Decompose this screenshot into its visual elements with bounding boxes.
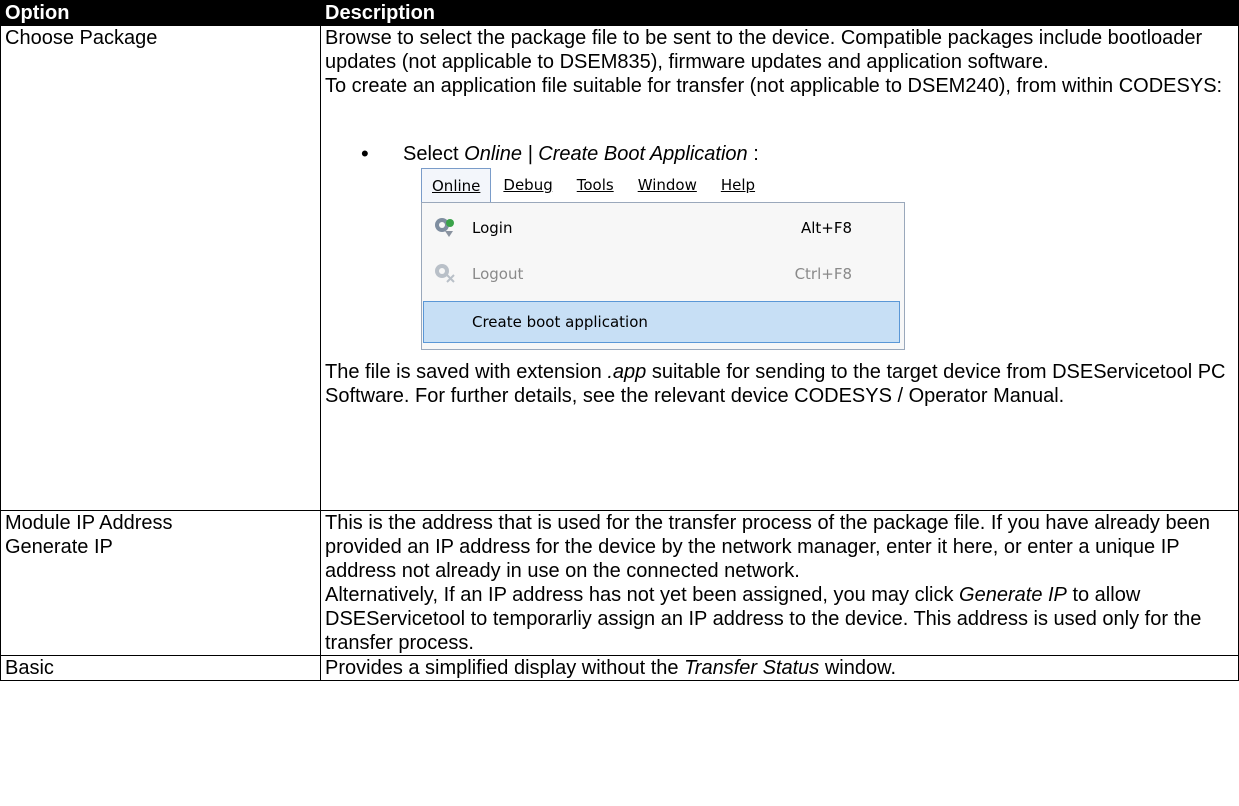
description-text: This is the address that is used for the… xyxy=(325,512,1210,582)
table-row: Choose Package Browse to select the pack… xyxy=(0,25,1239,511)
menu-bar: Online Debug Tools Window Help xyxy=(421,168,905,202)
menu-window[interactable]: Window xyxy=(626,168,709,202)
option-cell: Basic xyxy=(0,655,321,681)
description-cell: Provides a simplified display without th… xyxy=(320,655,1239,681)
bullet-prefix: Select xyxy=(403,143,465,165)
menu-help[interactable]: Help xyxy=(709,168,767,202)
bullet-italic: Online | Create Boot Application xyxy=(464,143,748,165)
description-cell: This is the address that is used for the… xyxy=(320,510,1239,656)
options-table: Option Description Choose Package Browse… xyxy=(0,0,1239,681)
header-description: Description xyxy=(320,0,1239,26)
description-text: The file is saved with extension .app su… xyxy=(325,361,1226,407)
description-text: To create an application file suitable f… xyxy=(325,75,1223,97)
description-text: Alternatively, If an IP address has not … xyxy=(325,584,1202,654)
description-cell: Browse to select the package file to be … xyxy=(320,25,1239,511)
logout-gear-icon xyxy=(435,264,455,283)
menu-screenshot: Online Debug Tools Window Help Login Alt… xyxy=(421,168,905,352)
table-row: Module IP Address Generate IP This is th… xyxy=(0,510,1239,656)
option-cell: Module IP Address Generate IP xyxy=(0,510,321,656)
description-text: Browse to select the package file to be … xyxy=(325,27,1203,73)
menu-item-create-boot-application[interactable]: Create boot application xyxy=(423,301,900,343)
menu-online[interactable]: Online xyxy=(421,168,492,202)
menu-tools[interactable]: Tools xyxy=(565,168,626,202)
header-option: Option xyxy=(0,0,321,26)
table-row: Basic Provides a simplified display with… xyxy=(0,655,1239,681)
option-cell: Choose Package xyxy=(0,25,321,511)
online-dropdown: Login Alt+F8 Logout Ctrl+F8 Create boot … xyxy=(421,202,905,350)
bullet-item: • Select Online | Create Boot Applicatio… xyxy=(361,142,1238,166)
menu-item-login[interactable]: Login Alt+F8 xyxy=(422,205,904,251)
table-header-row: Option Description xyxy=(0,0,1239,26)
menu-item-logout[interactable]: Logout Ctrl+F8 xyxy=(422,251,904,297)
login-gear-icon xyxy=(435,218,454,237)
bullet-icon: • xyxy=(361,141,369,166)
menu-debug[interactable]: Debug xyxy=(491,168,564,202)
bullet-suffix: : xyxy=(747,143,759,165)
